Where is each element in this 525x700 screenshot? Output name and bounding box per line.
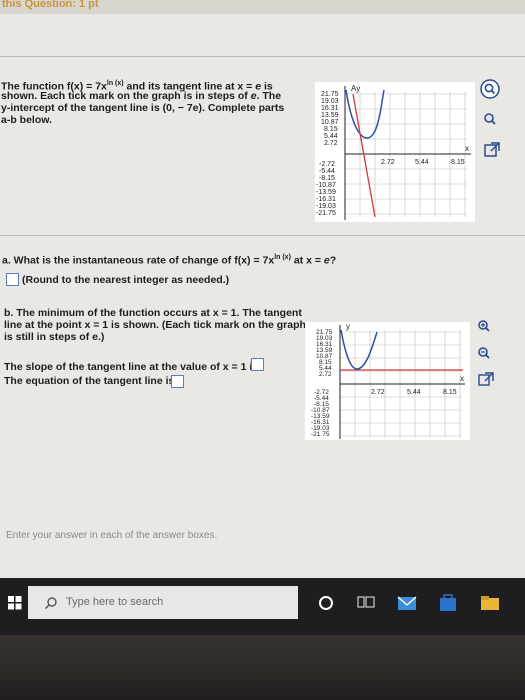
y-tick-labels: 21.75 19.03 16.31 13.59 10.87 8.15 5.44 …: [311, 329, 333, 438]
y-tick: -2.72: [319, 161, 335, 168]
cortana-icon[interactable]: [318, 595, 334, 611]
open-external-icon[interactable]: [476, 370, 496, 390]
windows-start-icon[interactable]: [8, 596, 22, 610]
y-tick: 8.15: [324, 126, 338, 133]
divider: [0, 235, 525, 236]
search-icon: [44, 597, 57, 610]
y-axis-label: Ay: [351, 84, 360, 93]
part-b-line-3: is still in steps of e.): [4, 331, 105, 343]
function-curve: [345, 89, 385, 139]
rate-of-change-answer-box[interactable]: [6, 273, 19, 286]
screen: this Question: 1 pt The function f(x) = …: [0, 0, 525, 635]
divider: [0, 56, 525, 57]
x-tick: 5.44: [407, 389, 421, 396]
zoom-out-icon[interactable]: [474, 343, 494, 363]
windows-taskbar: Type here to search: [0, 578, 525, 635]
x-axis-label: x: [460, 374, 464, 383]
part-a-hint: (Round to the nearest integer as needed.…: [22, 274, 230, 286]
file-explorer-icon[interactable]: [480, 593, 500, 613]
x-tick: 2.72: [371, 389, 385, 396]
y-tick: -8.15: [319, 175, 335, 182]
y-tick: -13.59: [316, 189, 336, 196]
answer-instructions: Enter your answer in each of the answer …: [6, 530, 218, 541]
y-tick: 21.75: [321, 91, 339, 98]
monitor-bezel: [0, 635, 525, 700]
tangent-graph: y x 21.75 19.03 16.31 13.59 10.87 8.15 5…: [305, 322, 470, 440]
y-tick: -16.31: [316, 196, 336, 203]
slope-answer-box[interactable]: [251, 358, 264, 371]
y-tick: -21.75: [311, 431, 330, 438]
zoom-in-icon[interactable]: [480, 79, 500, 99]
intro-line-4: a-b below.: [1, 114, 52, 126]
part-b-line-1: b. The minimum of the function occurs at…: [4, 307, 302, 319]
question-title: this Question: 1 pt: [2, 0, 99, 10]
question-header: this Question: 1 pt: [0, 0, 525, 14]
intro-line-3: y-intercept of the tangent line is (0, −…: [1, 102, 285, 114]
y-tick: 16.31: [321, 105, 339, 112]
x-tick: 2.72: [381, 159, 395, 166]
store-app-icon[interactable]: [438, 593, 458, 613]
y-tick: -19.03: [316, 203, 336, 210]
x-tick: 8.15: [451, 159, 465, 166]
x-tick-labels: 2.72 5.44 8.15: [371, 389, 457, 396]
equation-answer-box[interactable]: [171, 375, 184, 388]
taskbar-search-box[interactable]: Type here to search: [28, 586, 298, 619]
y-axis-label: y: [346, 322, 350, 331]
part-b-line-2: line at the point x = 1 is shown. (Each …: [4, 319, 306, 331]
task-view-icon[interactable]: [357, 595, 375, 611]
open-external-icon[interactable]: [482, 140, 502, 160]
y-tick: 19.03: [321, 98, 339, 105]
x-tick: 8.15: [443, 389, 457, 396]
search-placeholder: Type here to search: [66, 596, 164, 608]
part-a-question: a. What is the instantaneous rate of cha…: [2, 254, 337, 267]
slope-prompt: The slope of the tangent line at the val…: [4, 361, 259, 373]
function-graph: Ay x 21.75 19.03 16.31 13.59 10.87 8.15 …: [315, 82, 475, 222]
y-tick: -21.75: [316, 210, 336, 217]
y-tick-labels: 21.75 19.03 16.31 13.59 10.87 8.15 5.44 …: [316, 91, 339, 217]
y-tick: 2.72: [324, 140, 338, 147]
intro-line-2: shown. Each tick mark on the graph is in…: [1, 90, 282, 102]
zoom-out-icon[interactable]: [480, 109, 500, 129]
y-tick: 5.44: [324, 133, 338, 140]
zoom-in-icon[interactable]: [474, 316, 494, 336]
x-tick-labels: 2.72 5.44 8.15: [381, 159, 465, 166]
y-tick: 10.87: [321, 119, 339, 126]
y-tick: -10.87: [316, 182, 336, 189]
y-tick: -5.44: [319, 168, 335, 175]
x-tick: 5.44: [415, 159, 429, 166]
mail-app-icon[interactable]: [397, 593, 417, 613]
y-tick: 2.72: [319, 371, 332, 378]
equation-prompt: The equation of the tangent line is: [4, 375, 175, 387]
function-curve: [340, 329, 378, 370]
tangent-line: [352, 93, 376, 218]
x-axis-label: x: [465, 144, 469, 153]
y-tick: 13.59: [321, 112, 339, 119]
